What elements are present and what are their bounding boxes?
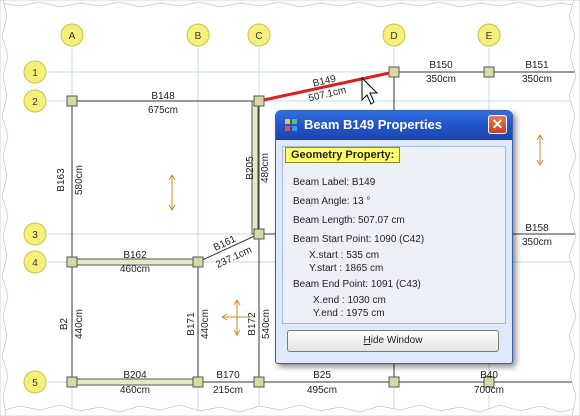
beam-angle-field: Beam Angle: 13 ° <box>293 196 371 207</box>
beam-length-b150: 350cm <box>426 74 456 85</box>
grid-bubble-4: 4 <box>23 250 47 274</box>
beam-label-b171: B171 <box>186 312 197 336</box>
grid-bubble-b: B <box>186 23 210 47</box>
dialog-title-bar[interactable]: Beam B149 Properties ✕ <box>276 111 512 140</box>
beam-length-b162: 460cm <box>120 264 150 275</box>
torn-edge-right <box>568 0 580 416</box>
column[interactable] <box>253 376 265 388</box>
beam-label-b148: B148 <box>151 91 175 102</box>
column[interactable] <box>192 256 204 268</box>
svg-text:D: D <box>390 31 397 42</box>
beam-length-b205: 480cm <box>260 153 271 183</box>
beam-label-b205: B205 <box>245 156 256 180</box>
hide-window-label: ide Window <box>370 335 423 346</box>
beam-length-b172: 540cm <box>261 309 272 339</box>
column[interactable] <box>253 95 265 107</box>
canvas-window: A B C D E 1 2 3 4 5 B148 675cm B149 507.… <box>0 0 580 416</box>
mouse-cursor-icon <box>361 76 379 105</box>
column[interactable] <box>192 376 204 388</box>
beam-length-b158: 350cm <box>522 237 552 248</box>
column[interactable] <box>66 376 78 388</box>
beam-length-b148: 675cm <box>148 105 178 116</box>
column[interactable] <box>66 256 78 268</box>
beam-label-field: Beam Label: B149 <box>293 177 376 188</box>
column[interactable] <box>388 376 400 388</box>
torn-edge-left <box>0 0 9 416</box>
y-end-field: Y.end : 1975 cm <box>313 308 385 319</box>
beam-label-b158: B158 <box>525 223 549 234</box>
beam-label-b162: B162 <box>123 250 147 261</box>
beam-label-b163: B163 <box>56 168 67 192</box>
beam-start-point-field: Beam Start Point: 1090 (C42) <box>293 234 425 245</box>
beam-length-b25: 495cm <box>307 385 337 396</box>
beam-label-b40: B40 <box>480 370 498 381</box>
grid-bubble-d: D <box>382 23 406 47</box>
app-icon <box>285 119 297 131</box>
x-end-field: X.end : 1030 cm <box>313 295 386 306</box>
close-icon: ✕ <box>491 116 504 132</box>
beam-end-point-field: Beam End Point: 1091 (C43) <box>293 279 421 290</box>
beam-length-b171: 440cm <box>200 309 211 339</box>
grid-bubble-c: C <box>247 23 271 47</box>
svg-text:1: 1 <box>32 68 38 79</box>
grid-bubble-1: 1 <box>23 60 47 84</box>
hide-window-button[interactable]: Hide Window <box>287 330 499 352</box>
svg-text:A: A <box>69 31 76 42</box>
column[interactable] <box>66 95 78 107</box>
grid-bubble-e: E <box>477 23 501 47</box>
beam-label-b150: B150 <box>429 60 453 71</box>
beam-label-b2: B2 <box>59 317 70 330</box>
beam-length-b163: 580cm <box>74 165 85 195</box>
beam-label-b204: B204 <box>123 370 147 381</box>
beam-length-b151: 350cm <box>522 74 552 85</box>
svg-text:2: 2 <box>32 97 38 108</box>
beam-length-b170: 215cm <box>213 385 243 396</box>
beam-label-b151: B151 <box>525 60 549 71</box>
grid-bubble-3: 3 <box>23 222 47 246</box>
svg-text:4: 4 <box>32 258 38 269</box>
geometry-section-tab: Geometry Property: <box>285 147 401 163</box>
beam-length-b40: 700cm <box>474 385 504 396</box>
column[interactable] <box>483 66 495 78</box>
hide-window-mnemonic: H <box>363 335 371 346</box>
svg-text:3: 3 <box>32 230 38 241</box>
svg-text:B: B <box>195 31 202 42</box>
beam-length-b204: 460cm <box>120 385 150 396</box>
y-start-field: Y.start : 1865 cm <box>309 263 384 274</box>
beam-length-b2: 440cm <box>74 309 85 339</box>
beam-length-field: Beam Length: 507.07 cm <box>293 215 405 226</box>
grid-bubble-2: 2 <box>23 89 47 113</box>
beam-label-b25: B25 <box>313 370 331 381</box>
torn-edge-bottom <box>0 404 580 416</box>
torn-edge-top <box>0 0 580 8</box>
dialog-title: Beam B149 Properties <box>304 117 443 132</box>
beam-label-b172: B172 <box>247 312 258 336</box>
beam-properties-dialog: Beam B149 Properties ✕ Geometry Property… <box>275 110 513 364</box>
grid-bubble-5: 5 <box>23 370 47 394</box>
svg-text:E: E <box>486 31 493 42</box>
column[interactable] <box>253 228 265 240</box>
beam-label-b170: B170 <box>216 370 240 381</box>
svg-text:5: 5 <box>32 378 38 389</box>
grid-bubble-a: A <box>60 23 84 47</box>
close-button[interactable]: ✕ <box>488 115 507 134</box>
column[interactable] <box>388 66 400 78</box>
x-start-field: X.start : 535 cm <box>309 250 380 261</box>
svg-text:C: C <box>255 31 262 42</box>
